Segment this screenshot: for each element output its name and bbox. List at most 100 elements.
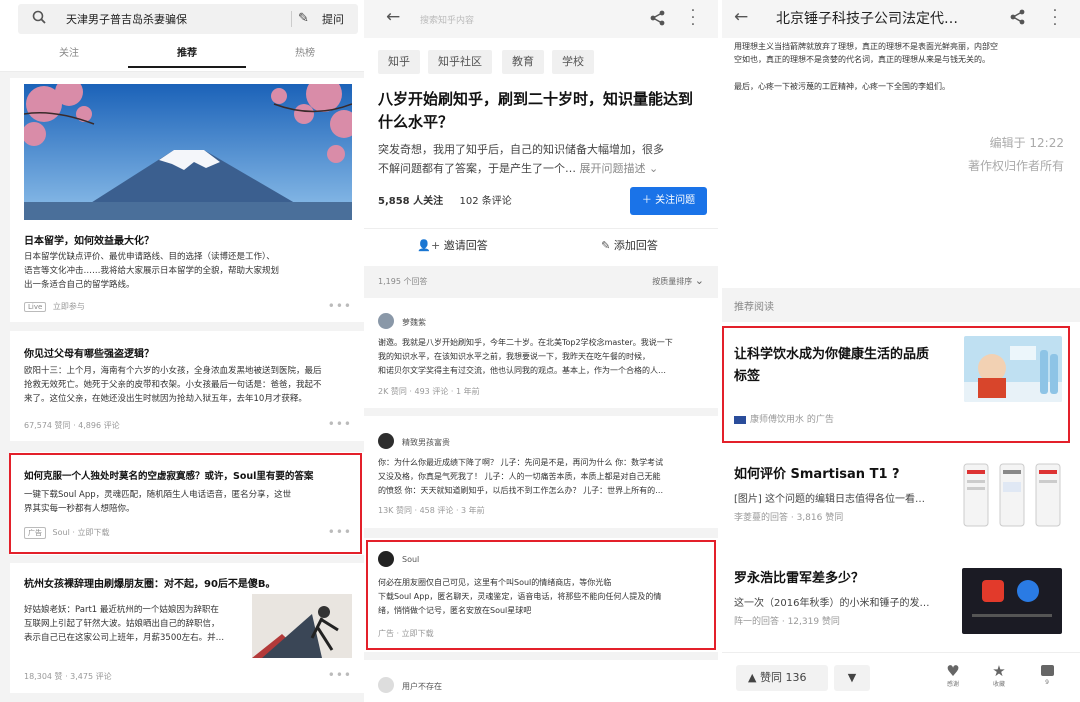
ad-answer-item[interactable]: Soul 何必在朋友圈仅自己可见，这里有个叫Soul的情绪商店，等你光临 下载S… (364, 538, 718, 652)
invite-answer-button[interactable]: 👤+ 邀请回答 (364, 229, 541, 266)
comment-button[interactable]: 9 (1034, 663, 1060, 686)
collect-button[interactable]: ★ 收藏 (986, 663, 1012, 688)
author-name[interactable]: 萝魏紫 (402, 317, 426, 328)
arrow-up-icon: ▲ (748, 671, 757, 684)
excerpt-line: 你：为什么你最近成绩下降了啊？ 儿子：先问是不是，再问为什么 你：数学考试 (378, 458, 664, 467)
recommend-item[interactable]: 如何评价 Smartisan T1 ? [图片] 这个问题的编辑日志值得各位一看… (722, 448, 1080, 544)
card-title[interactable]: 杭州女孩裸辞理由刷爆朋友圈：对不起，90后不是傻B。 (24, 575, 276, 590)
rec-meta: 李菱蔓的回答 · 3,816 赞同 (734, 513, 844, 523)
body-line: 用理想主义当挡箭牌就放弃了理想，真正的理想不是表面光鲜亮丽，内部空 (734, 42, 998, 51)
phone-screens-thumbnail (962, 460, 1062, 530)
comment-link[interactable]: 102 条评论 (460, 196, 512, 207)
article-panel: ← 北京锤子科技子公司法定代… · · · 用理想主义当挡箭牌就放弃了理想，真正的理… (722, 0, 1080, 702)
join-link[interactable]: 立即参与 (53, 302, 85, 311)
answer-item[interactable]: 萝魏紫 谢邀。我就是八岁开始刷知乎，今年二十岁。在北美Top2学校念master… (364, 298, 718, 408)
excerpt-line: 来了。这位父亲，在她还没出生时就因为抢劫入狱五年，去年10月才获释。 (24, 394, 307, 404)
desc-line: 突发奇想，我用了知乎后，自己的知识储备大幅增加，很多 (378, 143, 664, 156)
excerpt-line: 抢救无效死亡。她死于父亲的皮带和衣架。小女孩最后一句话是：爸爸，我起不 (24, 380, 322, 390)
download-link[interactable]: Soul · 立即下载 (53, 528, 110, 537)
body-line: 空如也，真正的理想不是贪婪的代名词，真正的理想从来是与钱无关的。 (734, 55, 990, 64)
edit-time: 编辑于 12:22 (989, 136, 1064, 150)
more-vert-icon[interactable]: · · · (1052, 4, 1058, 32)
sort-dropdown[interactable]: 按质量排序 ⌄ (652, 274, 704, 287)
recommend-item[interactable]: 罗永浩比雷军差多少？ 这一次（2016年秋季）的小米和锤子的发… 阵一的回答 ·… (722, 552, 1080, 648)
follower-count: 5,858 人关注 (378, 196, 444, 207)
ad-excerpt: 何必在朋友圈仅自己可见，这里有个叫Soul的情绪商店，等你光临 下载Soul A… (378, 576, 708, 618)
author-name[interactable]: 用户不存在 (402, 681, 442, 692)
more-icon[interactable]: ••• (328, 299, 352, 313)
topic-chip[interactable]: 知乎 (378, 50, 420, 74)
rec-title[interactable]: 罗永浩比雷军差多少？ (734, 568, 864, 590)
feed-card[interactable]: 杭州女孩裸辞理由刷爆朋友圈：对不起，90后不是傻B。 好姑娘老妖：Part1 最… (10, 563, 364, 693)
ad-card[interactable]: 如何克服一个人独处时莫名的空虚寂寞感？或许，Soul里有要的答案 一键下载Sou… (10, 452, 364, 555)
excerpt-line: 和诺贝尔文学奖得主有过交流，他也认同我的观点。基本上，作为一个合格的人… (378, 366, 666, 375)
card-title[interactable]: 日本留学，如何效益最大化？ (24, 232, 154, 247)
more-icon[interactable]: ••• (328, 417, 352, 431)
feed-header: 天津男子普吉岛杀妻骗保 ✎ 提问 关注 推荐 热榜 (0, 0, 364, 72)
card-excerpt: 一键下载Soul App，灵魂匹配，随机陌生人电话语音，匿名分享，这世 界其实每… (24, 488, 291, 516)
avatar[interactable] (378, 433, 394, 449)
add-answer-button[interactable]: ✎ 添加回答 (541, 229, 718, 266)
downvote-button[interactable]: ▼ (834, 665, 870, 691)
excerpt-line: 表示自己已在这家公司上班年，月薪3500左右。并… (24, 633, 225, 643)
excerpt-line: 何必在朋友圈仅自己可见，这里有个叫Soul的情绪商店，等你光临 (378, 578, 612, 587)
topic-chip[interactable]: 学校 (552, 50, 594, 74)
share-icon[interactable] (650, 10, 666, 26)
article-header: ← 北京锤子科技子公司法定代… · · · (722, 0, 1080, 38)
author-name[interactable]: 精致男孩富贵 (402, 437, 450, 448)
card-title[interactable]: 你见过父母有哪些强盗逻辑？ (24, 345, 154, 360)
tab-follow[interactable]: 关注 (10, 38, 128, 68)
rec-excerpt: [图片] 这个问题的编辑日志值得各位一看… (734, 494, 925, 505)
back-arrow-icon[interactable]: ← (386, 7, 400, 27)
excerpt-line: 的愤怒 你：天天就知道刷知乎，以后找不到工作怎么办？ 儿子：世界上所有的… (378, 486, 664, 495)
thanks-button[interactable]: ♥ 感谢 (940, 663, 966, 688)
more-icon[interactable]: ••• (328, 668, 352, 682)
more-vert-icon[interactable]: · · · (690, 4, 696, 32)
title-line: 八岁开始刷知乎，刷到二十岁时，知识量能达到 (378, 90, 694, 108)
excerpt-line: 下载Soul App，匿名聊天，灵魂鉴定，语音电话，将那些不能向任何人提及的情 (378, 592, 662, 601)
search-icon (32, 10, 46, 24)
avatar[interactable] (378, 313, 394, 329)
chevron-down-icon: ⌄ (694, 274, 704, 287)
rec-title[interactable]: 让科学饮水成为你健康生活的品质 标签 (734, 344, 964, 388)
search-bar[interactable]: 天津男子普吉岛杀妻骗保 ✎ 提问 (18, 4, 358, 34)
search-input[interactable]: 搜索知乎内容 (420, 13, 474, 26)
feed-card[interactable]: 你见过父母有哪些强盗逻辑？ 欧阳十三：上个月，海南有个六岁的小女孩，全身浓血发黑… (10, 331, 364, 441)
back-arrow-icon[interactable]: ← (734, 7, 748, 27)
answer-excerpt: 谢邀。我就是八岁开始刷知乎，今年二十岁。在北美Top2学校念master。我说一… (378, 336, 708, 378)
arrow-down-icon: ▼ (847, 671, 857, 684)
comment-count: 9 (1045, 679, 1049, 686)
avatar[interactable] (378, 677, 394, 693)
upvote-button[interactable]: ▲ 赞同 136 (736, 665, 828, 691)
ad-meta[interactable]: 广告 · 立即下载 (378, 628, 434, 639)
topic-chip[interactable]: 知乎社区 (428, 50, 492, 74)
answer-meta: 13K 赞同 · 458 评论 · 3 年前 (378, 506, 485, 515)
title-line: 什么水平？ (378, 113, 454, 131)
ad-recommend-item[interactable]: 让科学饮水成为你健康生活的品质 标签 康师傅饮用水 的广告 (722, 324, 1080, 440)
answer-meta: 2K 赞同 · 493 评论 · 1 年前 (378, 387, 480, 396)
chevron-down-icon: ⌄ (649, 162, 659, 175)
share-icon[interactable] (1010, 9, 1026, 25)
pen-icon[interactable]: ✎ (298, 11, 309, 26)
excerpt-line: 界其实每一秒都有人想陪你。 (24, 504, 135, 514)
rec-meta: 阵一的回答 · 12,319 赞同 (734, 617, 840, 627)
card-title[interactable]: 如何克服一个人独处时莫名的空虚寂寞感？或许，Soul里有要的答案 (24, 468, 313, 482)
excerpt-line: 好姑娘老妖：Part1 最近杭州的一个姑娘因为辞职在 (24, 605, 219, 615)
rec-title[interactable]: 如何评价 Smartisan T1 ? (734, 464, 900, 486)
ask-button[interactable]: 提问 (322, 11, 344, 27)
question-description: 突发奇想，我用了知乎后，自己的知识储备大幅增加，很多 不解问题都有了答案，于是产… (378, 140, 708, 178)
expand-link[interactable]: 展开问题描述 ⌄ (580, 162, 659, 175)
answer-item[interactable]: 精致男孩富贵 你：为什么你最近成绩下降了啊？ 儿子：先问是不是，再问为什么 你：… (364, 416, 718, 528)
excerpt-line: 一键下载Soul App，灵魂匹配，随机陌生人电话语音，匿名分享，这世 (24, 490, 292, 500)
live-badge: Live (24, 302, 47, 312)
answer-item[interactable]: 用户不存在 (364, 660, 718, 702)
advertiser-name[interactable]: Soul (402, 555, 419, 564)
topic-chip[interactable]: 教育 (502, 50, 544, 74)
tab-recommend[interactable]: 推荐 (128, 38, 246, 68)
follow-question-button[interactable]: ＋ 关注问题 (630, 187, 707, 215)
more-icon[interactable]: ••• (328, 525, 352, 539)
tab-hot[interactable]: 热榜 (246, 38, 364, 68)
excerpt-line: 又没及格，你真是气死我了！ 儿子：人的一切痛苦本质，本质上都是对自己无能 (378, 472, 661, 481)
copyright-notice: 著作权归作者所有 (967, 159, 1064, 173)
feed-card[interactable]: 日本留学，如何效益最大化？ 日本留学优缺点评价、最优申请路线、目的选择（读博还是… (10, 78, 364, 322)
